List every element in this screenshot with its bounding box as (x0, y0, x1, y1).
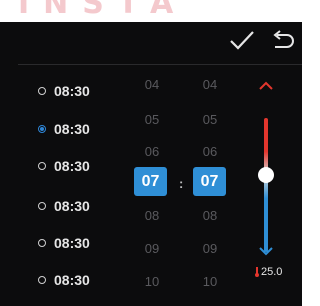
radio-button[interactable] (38, 276, 46, 284)
alarm-time: 08:30 (54, 235, 90, 251)
back-button[interactable] (269, 28, 295, 54)
hour-selected[interactable]: 07 (134, 167, 167, 196)
checkmark-icon (230, 31, 254, 50)
alarm-time: 08:30 (54, 272, 90, 288)
temperature-value: 25.0 (261, 266, 283, 278)
alarm-settings-screen: 08:30 08:30 08:30 08:30 08:30 08:30 04 0… (0, 22, 302, 306)
radio-button-selected[interactable] (38, 125, 46, 133)
hour-option[interactable]: 04 (128, 77, 176, 92)
alarm-item[interactable]: 08:30 (38, 269, 128, 291)
alarm-item[interactable]: 08:30 (38, 195, 128, 217)
watermark: INSTA (18, 0, 188, 21)
hour-option[interactable]: 10 (128, 274, 176, 289)
hour-option[interactable]: 08 (128, 208, 176, 223)
chevron-up-icon[interactable] (259, 81, 273, 90)
alarm-item-selected[interactable]: 08:30 (38, 118, 128, 140)
minute-option[interactable]: 09 (186, 241, 234, 256)
hour-option[interactable]: 06 (128, 144, 176, 159)
hour-option[interactable]: 09 (128, 241, 176, 256)
confirm-button[interactable] (229, 28, 255, 54)
minute-option[interactable]: 08 (186, 208, 234, 223)
minute-option[interactable]: 04 (186, 77, 234, 92)
top-watermark-band: INSTA (0, 0, 302, 22)
alarm-item[interactable]: 08:30 (38, 80, 128, 102)
time-separator: : (179, 176, 184, 191)
alarm-time: 08:30 (54, 158, 90, 174)
temperature-slider-thumb[interactable] (258, 167, 274, 183)
header-divider (18, 64, 302, 65)
radio-button[interactable] (38, 87, 46, 95)
chevron-down-icon[interactable] (259, 247, 273, 256)
minute-option[interactable]: 10 (186, 274, 234, 289)
alarm-item[interactable]: 08:30 (38, 232, 128, 254)
radio-button[interactable] (38, 239, 46, 247)
minute-selected[interactable]: 07 (193, 167, 226, 196)
minute-option[interactable]: 06 (186, 144, 234, 159)
alarm-time: 08:30 (54, 198, 90, 214)
return-arrow-icon (273, 30, 294, 48)
temperature-slider-track[interactable] (264, 118, 268, 252)
alarm-time: 08:30 (54, 83, 90, 99)
minute-option[interactable]: 05 (186, 112, 234, 127)
alarm-item[interactable]: 08:30 (38, 155, 128, 177)
hour-option[interactable]: 05 (128, 112, 176, 127)
temperature-readout: 25.0 (255, 266, 282, 278)
thermometer-icon (255, 267, 259, 277)
alarm-time: 08:30 (54, 121, 90, 137)
radio-button[interactable] (38, 202, 46, 210)
radio-button[interactable] (38, 162, 46, 170)
